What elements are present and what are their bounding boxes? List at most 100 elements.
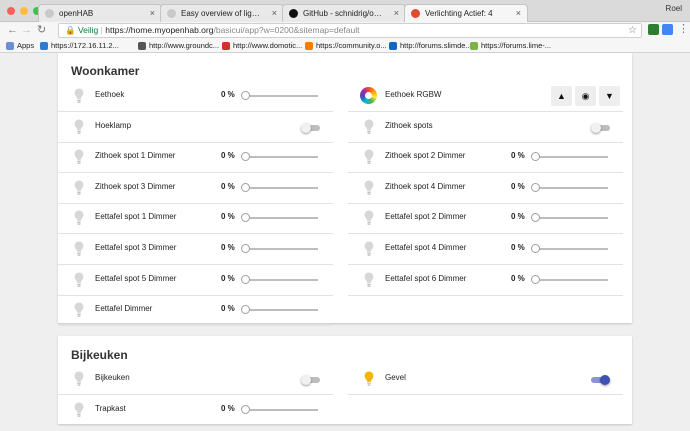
dimmer-slider-handle[interactable]: [531, 213, 540, 222]
widget-label: Zithoek spot 4 Dimmer: [385, 182, 466, 191]
close-window-button[interactable]: [7, 7, 15, 15]
dimmer-slider-handle[interactable]: [531, 183, 540, 192]
switch-toggle[interactable]: [301, 375, 320, 385]
chevron-down-icon: ▼: [605, 91, 614, 101]
lightbulb-icon: [364, 241, 374, 257]
widget-label: Gevel: [385, 373, 406, 382]
bookmark-item[interactable]: https://forums.lime-...: [470, 39, 551, 52]
switch-toggle[interactable]: [591, 375, 610, 385]
lightbulb-icon: [74, 241, 84, 257]
lightbulb-icon: [364, 210, 374, 226]
dimmer-slider-track[interactable]: [536, 187, 608, 189]
dimmer-slider-handle[interactable]: [531, 152, 540, 161]
browser-tab[interactable]: openHAB ×: [38, 4, 162, 22]
dimmer-slider-handle[interactable]: [531, 244, 540, 253]
color-picker-button[interactable]: ◉: [575, 86, 596, 106]
back-arrow-icon[interactable]: ←: [7, 23, 18, 37]
dimmer-slider-track[interactable]: [536, 279, 608, 281]
extension-icon[interactable]: [648, 24, 659, 35]
bookmark-favicon-icon: [305, 41, 313, 50]
bookmark-favicon-icon: [470, 41, 478, 50]
menu-icon[interactable]: ⋮: [678, 22, 689, 36]
browser-tab-active[interactable]: Verlichting Actief: 4 ×: [404, 4, 528, 22]
widget-zithoek-spot-2-dimmer: Zithoek spot 2 Dimmer 0 %: [348, 142, 623, 173]
bookmark-item[interactable]: http://www.domotic...: [222, 39, 302, 52]
bookmark-item[interactable]: https://172.16.11.2...: [40, 39, 119, 52]
url-path: /basicui/app?w=0200&sitemap=default: [213, 25, 360, 35]
dimmer-slider-track[interactable]: [246, 279, 318, 281]
dimmer-value: 0 %: [221, 304, 235, 313]
dimmer-slider-handle[interactable]: [241, 152, 250, 161]
dimmer-value: 0 %: [511, 151, 525, 160]
dimmer-value: 0 %: [221, 151, 235, 160]
url-input[interactable]: 🔒 Veilig | https://home.myopenhab.org/ba…: [58, 23, 642, 38]
bookmark-favicon-icon: [389, 41, 397, 50]
browser-tab[interactable]: GitHub - schnidrig/openhab2-×: [282, 4, 406, 22]
widget-eettafel-spot-1-dimmer: Eettafel spot 1 Dimmer 0 %: [58, 203, 333, 234]
switch-toggle[interactable]: [301, 123, 320, 133]
bookmark-star-icon[interactable]: ☆: [628, 24, 637, 37]
dimmer-slider-track[interactable]: [246, 187, 318, 189]
dimmer-slider-handle[interactable]: [531, 275, 540, 284]
browser-user-name[interactable]: Roel: [666, 4, 682, 13]
bookmark-item[interactable]: http://www.groundc...: [138, 39, 219, 52]
section-title: Woonkamer: [71, 64, 140, 78]
color-down-button[interactable]: ▼: [599, 86, 620, 106]
reload-icon[interactable]: ↻: [37, 23, 46, 37]
dimmer-slider-track[interactable]: [536, 156, 608, 158]
dimmer-value: 0 %: [221, 182, 235, 191]
dimmer-slider-handle[interactable]: [241, 275, 250, 284]
dimmer-slider-handle[interactable]: [241, 405, 250, 414]
color-up-button[interactable]: ▲: [551, 86, 572, 106]
bookmark-item[interactable]: http://forums.slimde...: [389, 39, 472, 52]
browser-tab-bar: openHAB× Easy overview of light states i…: [0, 0, 690, 22]
widget-label: Eethoek RGBW: [385, 90, 442, 99]
close-tab-icon[interactable]: ×: [516, 5, 521, 22]
widget-label: Eettafel spot 2 Dimmer: [385, 212, 467, 221]
widget-label: Zithoek spot 2 Dimmer: [385, 151, 466, 160]
browser-tab[interactable]: Easy overview of light states in×: [160, 4, 284, 22]
dimmer-slider-handle[interactable]: [241, 213, 250, 222]
widget-label: Zithoek spots: [385, 121, 433, 130]
dimmer-slider-handle[interactable]: [241, 305, 250, 314]
address-bar: ← → ↻ 🔒 Veilig | https://home.myopenhab.…: [0, 22, 690, 39]
lightbulb-icon: [364, 180, 374, 196]
bookmark-item[interactable]: https://community.o...: [305, 39, 387, 52]
forward-arrow-icon[interactable]: →: [21, 23, 32, 37]
dimmer-slider-track[interactable]: [246, 309, 318, 311]
widget-zithoek-spot-3-dimmer: Zithoek spot 3 Dimmer 0 %: [58, 173, 333, 204]
section-woonkamer: Woonkamer Eethoek 0 % Hoeklamp Zithoek spot…: [58, 53, 632, 326]
dimmer-slider-handle[interactable]: [241, 244, 250, 253]
close-tab-icon[interactable]: ×: [272, 5, 277, 22]
lock-icon: 🔒: [65, 25, 76, 35]
lightbulb-icon: [364, 149, 374, 165]
switch-toggle[interactable]: [591, 123, 610, 133]
widget-label: Eethoek: [95, 90, 125, 99]
extension-icon[interactable]: [662, 24, 673, 35]
dimmer-slider-track[interactable]: [536, 248, 608, 250]
dimmer-slider-track[interactable]: [246, 156, 318, 158]
bookmark-apps[interactable]: Apps: [6, 39, 34, 52]
dimmer-slider-track[interactable]: [536, 217, 608, 219]
minimize-window-button[interactable]: [20, 7, 28, 15]
close-tab-icon[interactable]: ×: [150, 5, 155, 22]
bookmarks-bar: Apps https://172.16.11.2... http://www.g…: [0, 39, 690, 53]
widget-label: Bijkeuken: [95, 373, 130, 382]
dimmer-slider-track[interactable]: [246, 95, 318, 97]
lightbulb-icon: [74, 210, 84, 226]
close-tab-icon[interactable]: ×: [394, 5, 399, 22]
dimmer-slider-track[interactable]: [246, 248, 318, 250]
widget-label: Zithoek spot 3 Dimmer: [95, 182, 176, 191]
dimmer-value: 0 %: [221, 243, 235, 252]
dimmer-slider-handle[interactable]: [241, 91, 250, 100]
widget-eettafel-spot-5-dimmer: Eettafel spot 5 Dimmer 0 %: [58, 265, 333, 296]
palette-icon: ◉: [581, 91, 590, 101]
widget-zithoek-spots: Zithoek spots: [348, 112, 623, 143]
dimmer-slider-handle[interactable]: [241, 183, 250, 192]
lightbulb-icon: [364, 119, 374, 135]
dimmer-slider-track[interactable]: [246, 217, 318, 219]
dimmer-slider-track[interactable]: [246, 409, 318, 411]
lightbulb-icon: [364, 272, 374, 288]
openhab-icon: [411, 9, 420, 18]
window-controls: [7, 7, 41, 15]
